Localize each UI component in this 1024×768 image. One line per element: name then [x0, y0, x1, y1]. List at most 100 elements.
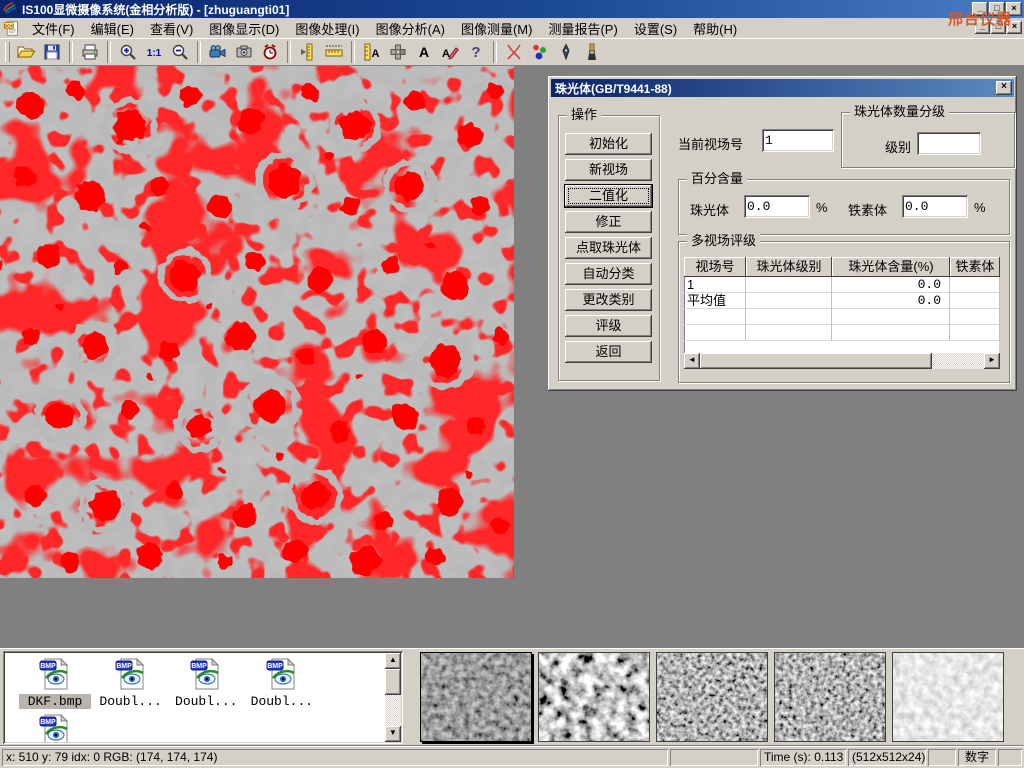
brush-button[interactable]	[579, 39, 605, 65]
classify-markers-icon	[530, 42, 550, 62]
zoom-out-icon	[170, 42, 190, 62]
file-item[interactable]: DKF.bmp	[19, 657, 91, 709]
document-icon[interactable]: DOC	[3, 20, 20, 37]
curve-cut-button[interactable]	[501, 39, 527, 65]
actual-size-button[interactable]: 1:1	[141, 39, 167, 65]
scroll-up-button[interactable]: ▲	[385, 653, 401, 669]
snapshot-button[interactable]	[231, 39, 257, 65]
pearlite-label: 珠光体	[690, 200, 729, 219]
scrollbar-thumb[interactable]	[700, 353, 932, 369]
actual-size-icon: 1:1	[144, 42, 164, 62]
ruler-button[interactable]	[321, 39, 347, 65]
metallographic-image[interactable]	[0, 66, 514, 578]
file-name[interactable]: Doubl...	[246, 694, 318, 709]
menu-report[interactable]: 测量报告(P)	[540, 17, 625, 40]
dialog-title: 珠光体(GB/T9441-88)	[555, 80, 672, 97]
grade-button[interactable]: 评级	[565, 315, 652, 337]
file-item[interactable]: Doubl...	[170, 657, 242, 709]
print-icon	[80, 42, 100, 62]
video-camera-button[interactable]	[205, 39, 231, 65]
curve-cut-icon	[504, 42, 524, 62]
pixel-info: x: 510 y: 79 idx: 0 RGB: (174, 174, 174)	[2, 749, 668, 766]
classify-markers-button[interactable]	[527, 39, 553, 65]
text-label-button[interactable]: A	[411, 39, 437, 65]
menu-image-process[interactable]: 图像处理(I)	[287, 17, 367, 40]
annotate-button[interactable]: A	[437, 39, 463, 65]
table-horizontal-scrollbar[interactable]: ◄ ►	[684, 353, 1000, 369]
col-pearlite-grade[interactable]: 珠光体级别	[746, 257, 832, 277]
menu-image-display[interactable]: 图像显示(D)	[201, 17, 287, 40]
pearlite-percent-input[interactable]	[744, 195, 810, 218]
scrollbar-track[interactable]	[932, 353, 984, 369]
caliper-button[interactable]	[295, 39, 321, 65]
thumbnail-2[interactable]	[538, 652, 650, 742]
annotate-icon: A	[440, 42, 460, 62]
svg-text:1:1: 1:1	[147, 48, 162, 59]
grade-input[interactable]	[917, 132, 981, 155]
col-ferrite[interactable]: 铁素体	[950, 257, 1000, 277]
menu-image-analysis[interactable]: 图像分析(A)	[368, 17, 453, 40]
new-field-button[interactable]: 新视场	[565, 159, 652, 181]
menu-settings[interactable]: 设置(S)	[626, 17, 685, 40]
toolbar-separator	[107, 41, 111, 63]
grade-group-label: 珠光体数量分级	[850, 104, 949, 120]
pen-button[interactable]	[553, 39, 579, 65]
image-stitch-button[interactable]	[385, 39, 411, 65]
toolbar-separator	[69, 41, 73, 63]
init-button[interactable]: 初始化	[565, 133, 652, 155]
zoom-in-button[interactable]	[115, 39, 141, 65]
table-row[interactable]: 平均值 0.0	[684, 293, 1000, 309]
toolbar-separator	[351, 41, 355, 63]
file-item[interactable]: Doubl...	[246, 657, 318, 709]
menu-file[interactable]: 文件(F)	[24, 17, 83, 40]
timer-button[interactable]	[257, 39, 283, 65]
print-button[interactable]	[77, 39, 103, 65]
measure-text-button[interactable]: A	[359, 39, 385, 65]
menu-bar: DOC 文件(F) 编辑(E) 查看(V) 图像显示(D) 图像处理(I) 图像…	[0, 18, 1024, 39]
thumbnail-5[interactable]	[892, 652, 1004, 742]
return-button[interactable]: 返回	[565, 341, 652, 363]
scroll-right-button[interactable]: ►	[984, 353, 1000, 369]
file-name[interactable]: Doubl...	[95, 694, 167, 709]
status-empty-1	[670, 749, 758, 766]
scrollbar-thumb[interactable]	[385, 669, 401, 695]
pick-pearlite-button[interactable]: 点取珠光体	[565, 237, 652, 259]
thumbnail-3[interactable]	[656, 652, 768, 742]
col-field-number[interactable]: 视场号	[684, 257, 746, 277]
binarize-button[interactable]: 二值化	[565, 185, 652, 207]
scroll-left-button[interactable]: ◄	[684, 353, 700, 369]
file-name[interactable]: DKF.bmp	[19, 694, 91, 709]
menu-view[interactable]: 查看(V)	[142, 17, 201, 40]
save-button[interactable]	[39, 39, 65, 65]
thumbnail-4[interactable]	[774, 652, 886, 742]
file-name[interactable]: Doubl...	[170, 694, 242, 709]
table-row[interactable]: 1 0.0	[684, 277, 1000, 293]
open-button[interactable]	[13, 39, 39, 65]
bmp-file-icon	[38, 657, 72, 691]
help-button[interactable]: ?	[463, 39, 489, 65]
dialog-title-bar: 珠光体(GB/T9441-88) ×	[551, 79, 1014, 97]
pen-icon	[556, 42, 576, 62]
auto-classify-button[interactable]: 自动分类	[565, 263, 652, 285]
menu-help[interactable]: 帮助(H)	[685, 17, 745, 40]
snapshot-icon	[234, 42, 254, 62]
operations-group-label: 操作	[567, 107, 601, 123]
zoom-out-button[interactable]	[167, 39, 193, 65]
save-icon	[42, 42, 62, 62]
toolbar-separator	[493, 41, 497, 63]
file-item[interactable]: HuiTi...	[19, 713, 91, 742]
file-item[interactable]: Doubl...	[95, 657, 167, 709]
brush-icon	[582, 42, 602, 62]
current-field-input[interactable]	[762, 129, 834, 152]
file-list-scrollbar[interactable]: ▲ ▼	[385, 653, 401, 742]
scroll-down-button[interactable]: ▼	[385, 726, 401, 742]
change-class-button[interactable]: 更改类别	[565, 289, 652, 311]
dialog-close-button[interactable]: ×	[996, 81, 1012, 95]
correct-button[interactable]: 修正	[565, 211, 652, 233]
thumbnail-1[interactable]	[420, 652, 532, 742]
ferrite-percent-input[interactable]	[902, 195, 968, 218]
col-pearlite-content[interactable]: 珠光体含量(%)	[832, 257, 950, 277]
image-stitch-icon	[388, 42, 408, 62]
menu-image-measure[interactable]: 图像测量(M)	[453, 17, 541, 40]
menu-edit[interactable]: 编辑(E)	[83, 17, 142, 40]
